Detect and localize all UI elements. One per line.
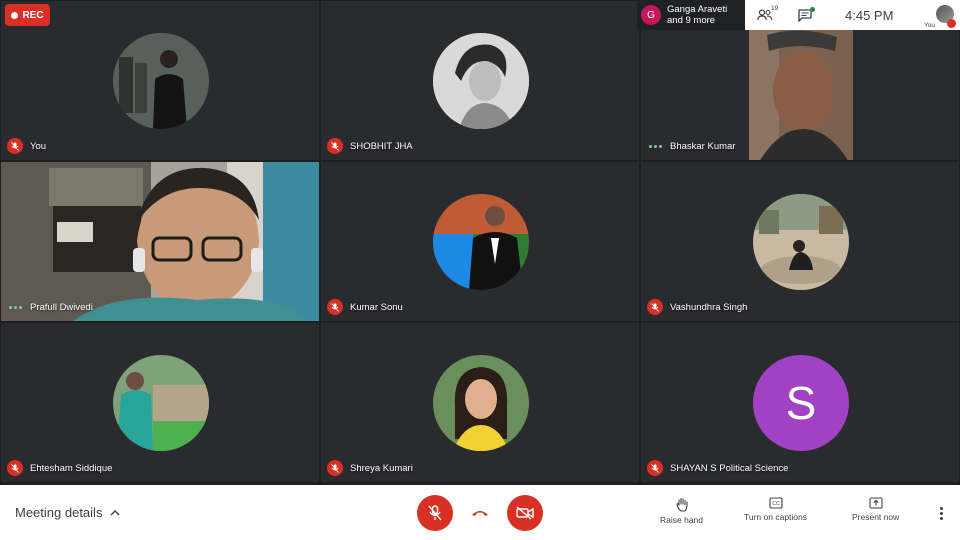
participant-name: Kumar Sonu [350,301,403,313]
presenter-avatar: G [641,5,661,25]
participant-name-row: Bhaskar Kumar [647,138,735,154]
self-preview[interactable]: You [924,2,956,30]
unread-dot-icon [810,7,815,12]
people-count: 19 [771,5,779,12]
chat-button[interactable] [785,0,825,30]
present-now-button[interactable]: Present now [852,497,899,522]
record-dot-icon [11,11,19,19]
mic-off-icon [7,460,23,476]
participant-name: Vashundhra Singh [670,301,748,313]
participant-name-row: Ehtesham Siddique [7,460,112,476]
chevron-up-icon [110,509,120,515]
presenter-name: Ganga Araveti [667,4,728,15]
participant-tile-shreya-kumari[interactable]: Shreya Kumari [320,322,640,483]
participant-name: You [30,140,47,152]
participant-name-row: SHOBHIT JHA [327,138,413,154]
microphone-toggle-button[interactable] [417,495,453,531]
mic-off-icon [428,505,442,521]
mic-off-icon [647,460,663,476]
participant-video [749,29,853,160]
participant-name: SHAYAN S Political Science [670,462,789,474]
participant-name: Prafull Dwivedi [30,301,93,313]
video-grid: You SHOBHIT JHA Bhaskar Kumar Prafull Dw… [0,0,960,485]
mic-off-icon [327,460,343,476]
participant-name: Ehtesham Siddique [30,462,113,474]
participant-name: Bhaskar Kumar [670,140,736,152]
participant-tile-vashundhra-singh[interactable]: Vashundhra Singh [640,161,960,322]
meeting-details-button[interactable]: Meeting details [15,505,120,520]
turn-on-captions-button[interactable]: CC Turn on captions [744,497,807,522]
raise-hand-label: Raise hand [660,515,704,525]
participant-tile-shayan-s[interactable]: S SHAYAN S Political Science [640,322,960,483]
meeting-info-panel: 19 4:45 PM You [745,0,960,30]
presenter-more: and 9 more [667,15,716,26]
mic-off-icon [327,299,343,315]
self-mic-off-icon [947,19,956,28]
camera-toggle-button[interactable] [507,495,543,531]
participant-name: Shreya Kumari [350,462,413,474]
speaking-indicator-icon [647,138,663,154]
present-label: Present now [852,512,900,522]
participant-tile-shobhit-jha[interactable]: SHOBHIT JHA [320,0,640,161]
presenter-chip[interactable]: G Ganga Araveti and 9 more [637,0,745,30]
participant-avatar [433,194,529,290]
participant-tile-prafull-dwivedi[interactable]: Prafull Dwivedi [0,161,320,322]
participant-name-row: Prafull Dwivedi [7,299,93,315]
more-options-button[interactable] [934,503,948,523]
captions-label: Turn on captions [744,512,807,522]
clock-time: 4:45 PM [845,7,894,23]
raise-hand-button[interactable]: Raise hand [660,497,703,525]
participant-avatar [113,33,209,129]
participant-name-row: Vashundhra Singh [647,299,747,315]
participant-name-row: SHAYAN S Political Science [647,460,788,476]
participant-name: SHOBHIT JHA [350,140,413,152]
speaking-indicator-icon [7,299,23,315]
participant-avatar [113,355,209,451]
participant-name-row: You [7,138,46,154]
meeting-details-label: Meeting details [15,505,103,520]
recording-label: REC [22,9,44,21]
recording-badge: REC [5,4,50,26]
captions-icon: CC [768,497,783,509]
participant-avatar [753,194,849,290]
self-label: You [924,22,935,29]
presenter-text: Ganga Araveti and 9 more [667,4,727,26]
participant-name-row: Kumar Sonu [327,299,403,315]
people-button[interactable]: 19 [745,0,785,30]
mic-off-icon [7,138,23,154]
participant-tile-ehtesham-siddique[interactable]: Ehtesham Siddique [0,322,320,483]
participant-name-row: Shreya Kumari [327,460,413,476]
leave-call-button[interactable] [462,495,498,531]
participant-avatar [433,33,529,129]
mic-off-icon [327,138,343,154]
svg-text:CC: CC [772,501,780,507]
participant-avatar [433,355,529,451]
top-info-bar: G Ganga Araveti and 9 more 19 4:45 PM Yo… [637,0,960,30]
bottom-control-bar: Meeting details Raise hand CC Turn on ca… [0,485,960,540]
more-vert-icon [939,506,943,510]
participant-tile-kumar-sonu[interactable]: Kumar Sonu [320,161,640,322]
camera-off-icon [516,506,534,520]
raise-hand-icon [675,497,688,512]
participant-initial-avatar: S [753,355,849,451]
participant-video [1,162,319,321]
hang-up-icon [472,511,488,516]
mic-off-icon [647,299,663,315]
present-icon [869,497,883,509]
